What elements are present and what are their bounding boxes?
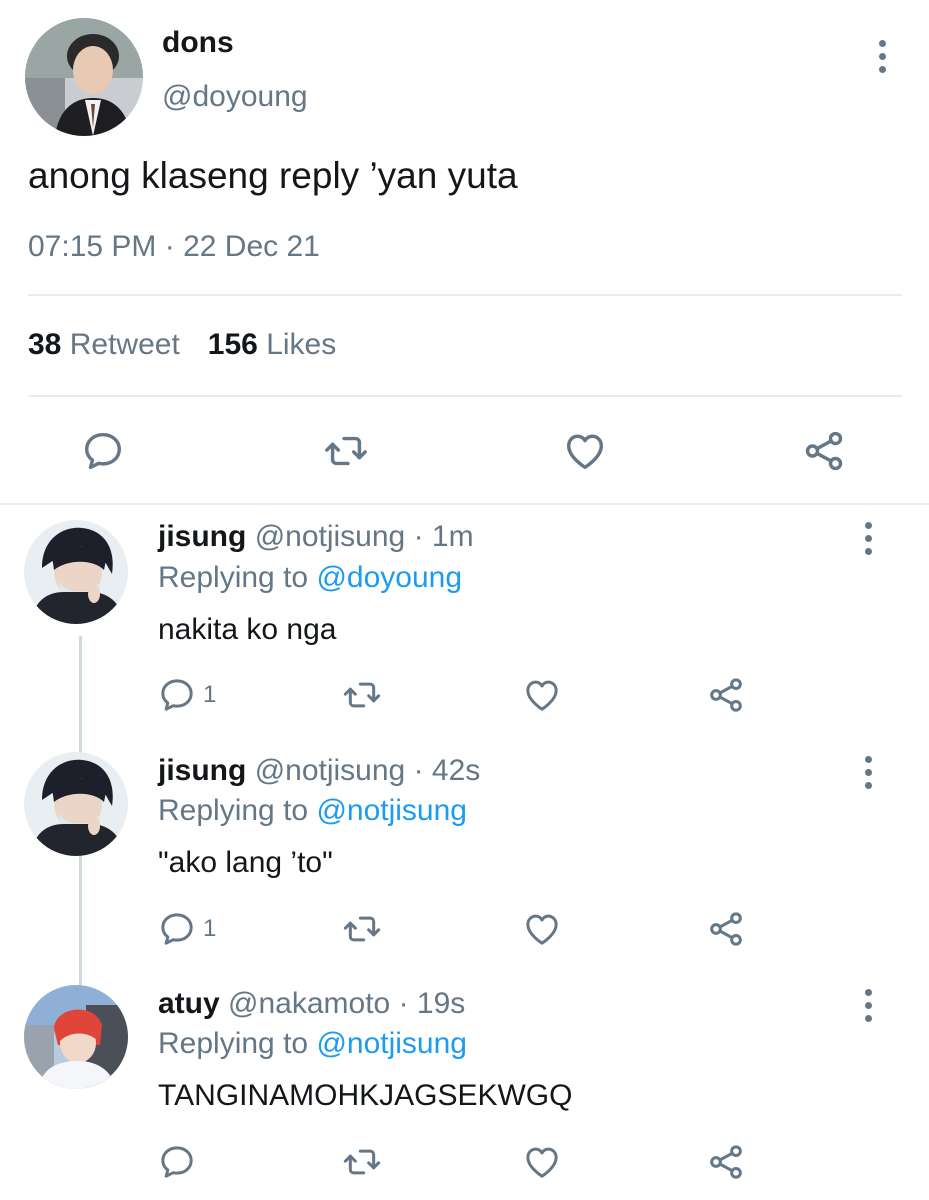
- reply-text: TANGINAMOHKJAGSEKWGQ: [158, 1079, 573, 1112]
- more-vertical-icon[interactable]: [853, 985, 883, 1025]
- replying-prefix: Replying to: [158, 794, 309, 827]
- avatar[interactable]: [24, 985, 128, 1089]
- reply-count: 1: [203, 915, 217, 942]
- divider: [28, 395, 902, 397]
- tweet-actions: [0, 428, 929, 478]
- retweet-icon[interactable]: [342, 1142, 382, 1182]
- reply-header: jisung @notjisung · 42s: [158, 754, 480, 788]
- reply-author-handle[interactable]: @nakamoto: [228, 987, 390, 1020]
- reply-text: "ako lang ’to": [158, 846, 333, 879]
- reply-time: · 42s: [413, 754, 481, 787]
- more-vertical-icon[interactable]: [853, 752, 883, 792]
- reply-author-handle[interactable]: @notjisung: [255, 754, 406, 787]
- retweet-icon[interactable]: [323, 428, 369, 474]
- replying-prefix: Replying to: [158, 561, 309, 594]
- retweet-label[interactable]: Retweet: [70, 328, 180, 362]
- replying-mention[interactable]: @notjisung: [316, 794, 467, 827]
- tweet-timestamp: 07:15 PM · 22 Dec 21: [28, 230, 320, 263]
- reply-header: jisung @notjisung · 1m: [158, 520, 474, 554]
- replying-mention[interactable]: @doyoung: [316, 561, 462, 594]
- avatar[interactable]: [25, 18, 143, 136]
- reply-text: nakita ko nga: [158, 613, 337, 646]
- reply-author-handle[interactable]: @notjisung: [255, 520, 406, 553]
- share-icon[interactable]: [706, 675, 746, 715]
- reply-author-name[interactable]: jisung: [158, 520, 246, 553]
- reply-icon[interactable]: [157, 909, 197, 949]
- share-icon[interactable]: [801, 428, 847, 474]
- divider: [28, 294, 902, 296]
- reply-icon[interactable]: [157, 675, 197, 715]
- heart-icon[interactable]: [562, 428, 608, 474]
- author-handle[interactable]: @doyoung: [162, 80, 308, 114]
- reply-icon[interactable]: [80, 428, 126, 474]
- tweet-stats: 38 Retweet 156 Likes: [28, 328, 336, 362]
- author-name[interactable]: dons: [162, 26, 234, 60]
- share-icon[interactable]: [706, 1142, 746, 1182]
- tweet-text: anong klaseng reply ’yan yuta: [28, 155, 518, 196]
- replying-to: Replying to @notjisung: [158, 794, 467, 828]
- replying-to: Replying to @doyoung: [158, 561, 462, 595]
- more-vertical-icon[interactable]: [853, 518, 883, 558]
- reply-time: · 1m: [413, 520, 474, 553]
- reply-icon[interactable]: [157, 1142, 197, 1182]
- likes-count[interactable]: 156: [208, 328, 258, 362]
- reply-author-name[interactable]: jisung: [158, 754, 246, 787]
- retweet-count[interactable]: 38: [28, 328, 61, 362]
- divider: [0, 503, 929, 505]
- replying-mention[interactable]: @notjisung: [316, 1027, 467, 1060]
- reply-header: atuy @nakamoto · 19s: [158, 987, 465, 1021]
- reply-time: · 19s: [398, 987, 466, 1020]
- retweet-icon[interactable]: [342, 909, 382, 949]
- reply-count: 1: [203, 681, 217, 708]
- heart-icon[interactable]: [522, 909, 562, 949]
- reply-author-name[interactable]: atuy: [158, 987, 220, 1020]
- replying-prefix: Replying to: [158, 1027, 309, 1060]
- retweet-icon[interactable]: [342, 675, 382, 715]
- replying-to: Replying to @notjisung: [158, 1027, 467, 1061]
- heart-icon[interactable]: [522, 675, 562, 715]
- share-icon[interactable]: [706, 909, 746, 949]
- likes-label[interactable]: Likes: [266, 328, 336, 362]
- avatar[interactable]: [24, 520, 128, 624]
- heart-icon[interactable]: [522, 1142, 562, 1182]
- more-vertical-icon[interactable]: [867, 36, 897, 76]
- avatar[interactable]: [24, 752, 128, 856]
